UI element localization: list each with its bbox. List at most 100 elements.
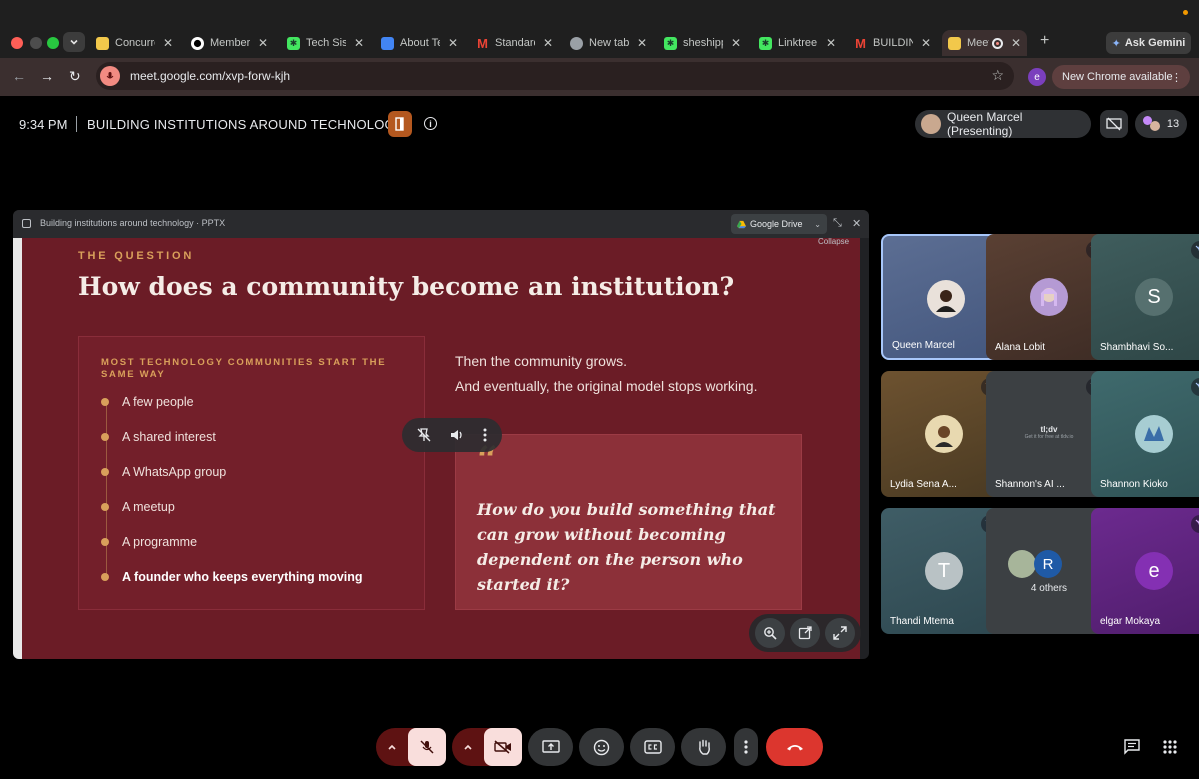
- microphone-toggle-button[interactable]: [408, 728, 446, 766]
- tab-title: New tab: [589, 37, 629, 49]
- close-icon[interactable]: ✕: [163, 36, 173, 50]
- call-end-icon: [786, 745, 803, 751]
- tab-sheshipp[interactable]: ✱ sheshipp ✕: [664, 32, 741, 54]
- presentation-frame: Building institutions around technology …: [13, 210, 869, 659]
- tab-new-tab[interactable]: New tab ✕: [570, 32, 647, 54]
- window-minimize-button[interactable]: [30, 37, 42, 49]
- more-vert-icon[interactable]: [482, 427, 488, 443]
- window-zoom-button[interactable]: [47, 37, 59, 49]
- forward-arrow-icon[interactable]: →: [40, 68, 54, 84]
- videocam-off-icon: [494, 740, 511, 754]
- tab-building[interactable]: M BUILDIN ✕: [854, 32, 931, 54]
- chat-button[interactable]: [1123, 738, 1141, 760]
- slide-headline: How does a community become an instituti…: [78, 272, 735, 301]
- slide-edge: [13, 238, 22, 659]
- close-icon[interactable]: ✕: [543, 36, 553, 50]
- activities-button[interactable]: [1163, 740, 1177, 759]
- audio-options-button[interactable]: [386, 740, 398, 758]
- side-panel-icon[interactable]: [22, 219, 31, 228]
- participant-tile-shambhavi[interactable]: S Shambhavi So...: [1091, 234, 1199, 360]
- chevron-down-icon: ⌄: [814, 219, 821, 229]
- host-controls-button[interactable]: [388, 111, 412, 137]
- participant-name: Shannon Kioko: [1100, 479, 1168, 490]
- tab-search-button[interactable]: [63, 32, 85, 52]
- tab-standard[interactable]: M Standard ✕: [476, 32, 553, 54]
- open-in-new-window-button[interactable]: [789, 618, 820, 648]
- bullet-dot: [101, 573, 109, 581]
- emoji-icon: [593, 739, 610, 755]
- profile-avatar[interactable]: e: [1028, 68, 1046, 86]
- back-arrow-icon[interactable]: ←: [12, 68, 26, 84]
- google-drive-icon: [737, 220, 746, 228]
- participant-name: Lydia Sena A...: [890, 479, 957, 490]
- participant-name: Shambhavi So...: [1100, 342, 1174, 353]
- zoom-in-icon: [763, 627, 777, 640]
- participant-tile-shannon-kioko[interactable]: Shannon Kioko: [1091, 371, 1199, 497]
- new-tab-button[interactable]: +: [1040, 32, 1049, 50]
- close-icon[interactable]: ✕: [731, 36, 741, 50]
- tab-members[interactable]: Members ✕: [191, 32, 268, 54]
- collapse-tooltip: Collapse: [818, 237, 850, 246]
- bookmark-star-icon[interactable]: ☆: [991, 67, 1004, 84]
- tab-about[interactable]: About Te ✕: [381, 32, 458, 54]
- bullet-dot: [101, 468, 109, 476]
- close-icon[interactable]: ✕: [852, 217, 861, 230]
- avatar: [1008, 550, 1036, 578]
- fullscreen-button[interactable]: [825, 618, 856, 648]
- tab-linktree[interactable]: ✱ Linktree ✕: [759, 32, 836, 54]
- chevron-up-icon: [388, 744, 396, 750]
- collapse-icon[interactable]: ⤡: [833, 217, 842, 230]
- tab-concurrency[interactable]: Concurre ✕: [96, 32, 173, 54]
- ask-gemini-button[interactable]: ✦ Ask Gemini: [1106, 32, 1191, 54]
- new-chrome-label: New Chrome available: [1062, 71, 1173, 83]
- leave-call-button[interactable]: [766, 728, 823, 766]
- close-icon[interactable]: ✕: [826, 36, 836, 50]
- more-vert-icon[interactable]: ⋮: [1171, 71, 1182, 84]
- people-button[interactable]: 13: [1135, 110, 1187, 138]
- close-icon[interactable]: ✕: [637, 36, 647, 50]
- zoom-in-button[interactable]: [754, 618, 785, 648]
- close-icon[interactable]: ✕: [921, 36, 931, 50]
- volume-icon[interactable]: [449, 427, 465, 443]
- video-options-button[interactable]: [462, 740, 474, 758]
- presentation-filename: Building institutions around technology …: [40, 218, 226, 228]
- present-to-all-icon: [541, 739, 560, 753]
- open-in-drive-button[interactable]: Google Drive ⌄: [731, 214, 827, 234]
- reactions-button[interactable]: [579, 728, 624, 766]
- meeting-info-icon[interactable]: i: [424, 117, 437, 130]
- ask-gemini-label: Ask Gemini: [1124, 37, 1186, 49]
- present-screen-button[interactable]: [528, 728, 573, 766]
- tab-title: Concurre: [115, 37, 155, 49]
- apps-grid-icon: [1163, 740, 1177, 754]
- tab-title: Tech Sist: [306, 37, 346, 49]
- participant-tile-elgar-mokaya[interactable]: e elgar Mokaya: [1091, 508, 1199, 634]
- address-bar[interactable]: meet.google.com/xvp-forw-kjh ☆: [96, 62, 1014, 90]
- close-icon[interactable]: ✕: [1011, 36, 1021, 50]
- pin-off-icon[interactable]: [416, 427, 432, 443]
- tab-meet-active[interactable]: Meet ✕: [942, 30, 1028, 56]
- slide-paragraph-1: Then the community grows.: [455, 353, 627, 369]
- new-chrome-available-button[interactable]: New Chrome available ⋮: [1052, 65, 1190, 89]
- more-options-button[interactable]: [734, 728, 758, 766]
- stop-presenting-button[interactable]: [1100, 110, 1128, 138]
- chevron-down-icon: [70, 39, 78, 45]
- microphone-in-use-icon[interactable]: [100, 66, 120, 86]
- github-icon: [191, 36, 204, 50]
- mic-off-icon: [1191, 378, 1199, 396]
- captions-button[interactable]: [630, 728, 675, 766]
- browser-toolbar: ← → ↻ meet.google.com/xvp-forw-kjh ☆ e N…: [0, 58, 1199, 96]
- close-icon[interactable]: ✕: [258, 36, 268, 50]
- presentation-view-controls: [749, 614, 861, 652]
- recording-indicator-dot: [1183, 10, 1188, 15]
- reload-icon[interactable]: ↻: [69, 68, 81, 85]
- present-off-icon: [1106, 117, 1122, 131]
- raise-hand-button[interactable]: [681, 728, 726, 766]
- presenter-chip[interactable]: Queen Marcel (Presenting): [915, 110, 1091, 138]
- meet-icon: [948, 36, 961, 50]
- camera-toggle-button[interactable]: [484, 728, 522, 766]
- close-icon[interactable]: ✕: [354, 36, 364, 50]
- close-icon[interactable]: ✕: [448, 36, 458, 50]
- participant-name: elgar Mokaya: [1100, 616, 1161, 627]
- window-close-button[interactable]: [11, 37, 23, 49]
- tab-tech-sisters[interactable]: ✱ Tech Sist ✕: [287, 32, 364, 54]
